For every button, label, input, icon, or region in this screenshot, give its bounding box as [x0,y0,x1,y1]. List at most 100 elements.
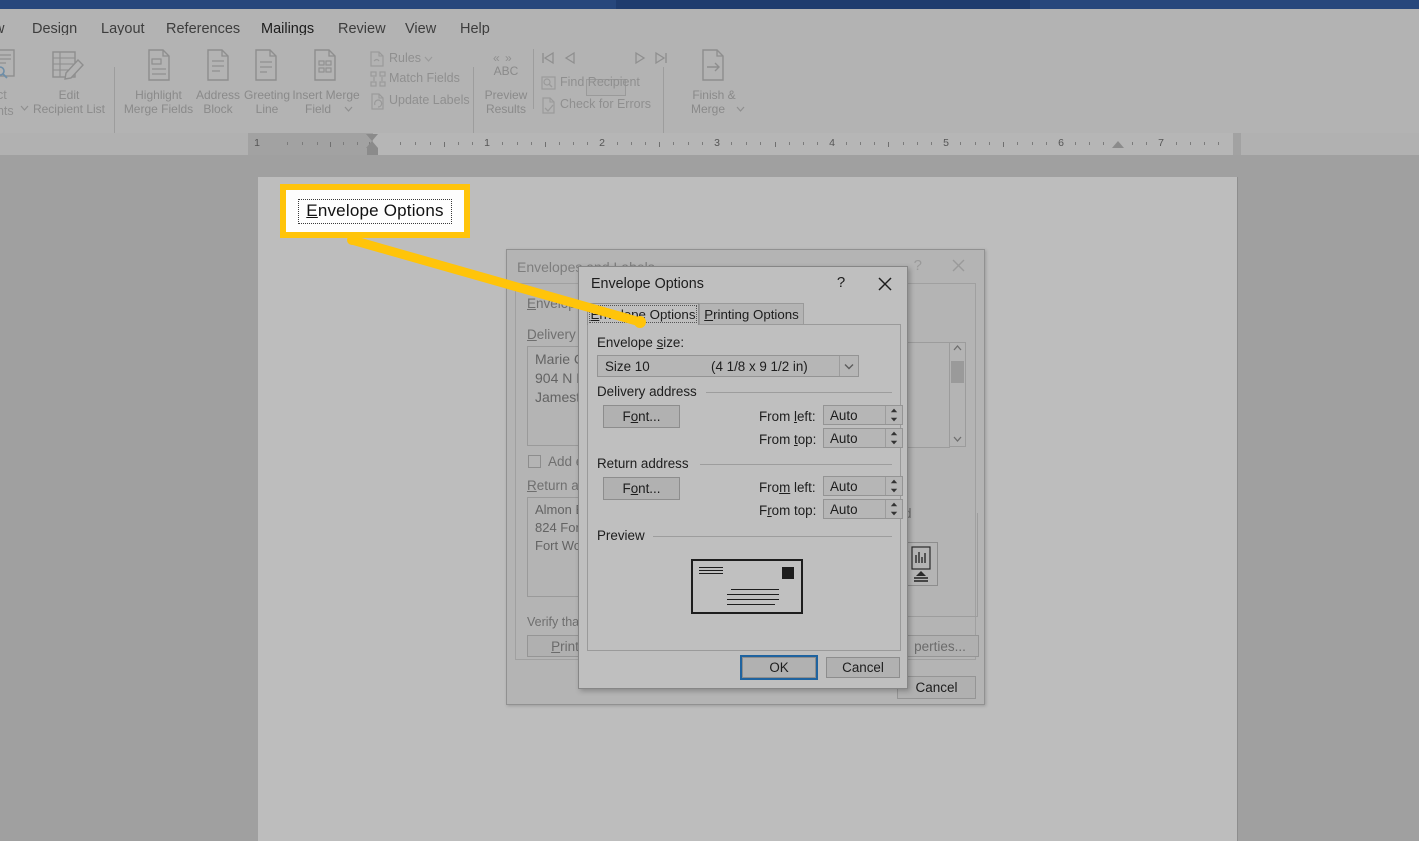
highlight-merge-fields-icon[interactable] [145,49,173,83]
match-fields-icon[interactable] [370,71,386,88]
tab-printing-options[interactable]: Printing Options [699,303,804,325]
spinner-up-icon[interactable] [886,429,902,438]
spinner-up-icon[interactable] [886,406,902,415]
greeting-line-label-1[interactable]: Greeting [243,88,291,102]
spinner-arrows[interactable] [885,500,902,518]
d-fl-pre: From [759,409,794,424]
scrollbar-thumb[interactable] [951,361,964,383]
highlight-merge-fields-label-2[interactable]: Merge Fields [122,102,195,116]
rules-label[interactable]: Rules [389,51,421,65]
spinner-down-icon[interactable] [886,438,902,447]
check-for-errors-label[interactable]: Check for Errors [560,97,651,111]
left-indent-marker[interactable] [367,148,378,155]
delivery-from-left-value: Auto [830,408,858,423]
edit-recipient-list-icon[interactable] [52,49,88,83]
edit-recipient-list-label-1[interactable]: Edit [25,88,113,102]
envelope-size-combobox[interactable]: Size 10 (4 1/8 x 9 1/2 in) [597,355,859,377]
preview-group-label: Preview [597,528,645,543]
next-record-icon[interactable] [633,50,647,66]
select-recipients-icon[interactable] [0,49,22,83]
chevron-down-icon[interactable] [736,105,745,113]
properties-button[interactable]: perties... [901,635,979,657]
envelopes-labels-close-button[interactable] [948,255,970,275]
spinner-up-icon[interactable] [886,500,902,509]
address-block-icon[interactable] [204,49,232,83]
select-recipients-label-2[interactable]: ents [0,104,14,118]
return-from-left-spinner[interactable]: Auto [823,476,903,496]
return-from-top-spinner[interactable]: Auto [823,499,903,519]
preview-results-icon[interactable]: « » [492,51,524,65]
envelope-options-help-button[interactable]: ? [832,274,850,291]
properties-button-label: perties... [914,638,966,654]
hanging-indent-marker[interactable] [366,141,378,148]
update-labels-icon[interactable] [370,93,386,110]
group-divider [706,392,892,393]
ok-button[interactable]: OK [740,655,818,680]
spinner-up-icon[interactable] [886,477,902,486]
update-labels-label[interactable]: Update Labels [389,93,470,107]
app-window: w Design Layout References Mailings Revi… [0,0,1419,841]
first-line-indent-marker[interactable] [366,134,378,141]
insert-merge-field-icon[interactable] [311,49,339,83]
check-for-errors-icon[interactable] [541,97,556,114]
delivery-from-top-spinner[interactable]: Auto [823,428,903,448]
finish-and-merge-label-1[interactable]: Finish & [681,88,747,102]
greeting-line-label-2[interactable]: Line [243,102,291,116]
address-block-label-2[interactable]: Block [193,102,243,116]
chevron-down-icon[interactable] [424,55,433,63]
envelope-options-dialog[interactable]: Envelope Options ? Envelope Options Prin… [578,266,908,689]
envelope-size-dimensions: (4 1/8 x 9 1/2 in) [711,359,808,374]
chevron-down-icon[interactable] [953,436,962,443]
ruler-margin-left [248,133,373,155]
finish-and-merge-label-2[interactable]: Merge [675,102,741,116]
chevron-down-icon[interactable] [344,105,353,113]
envelopes-labels-cancel-button[interactable]: Cancel [897,676,976,699]
highlight-merge-fields-label-1[interactable]: Highlight [122,88,195,102]
edit-recipient-list-label-2[interactable]: Recipient List [25,102,113,116]
find-recipient-icon[interactable] [541,75,556,91]
ruler-number: 1 [254,137,260,149]
add-electronic-postage-checkbox[interactable] [528,455,541,468]
spinner-arrows[interactable] [885,406,902,424]
match-fields-label[interactable]: Match Fields [389,71,460,85]
envelope-options-cancel-button[interactable]: Cancel [826,657,900,678]
return-font-button[interactable]: Font... [603,477,680,500]
verify-text: Verify that [527,615,583,629]
insert-merge-field-label-2[interactable]: Field [290,102,346,116]
greeting-line-icon[interactable] [252,49,280,83]
preview-results-label-1[interactable]: Preview [481,88,531,102]
horizontal-ruler[interactable]: 1 1 2 3 4 5 6 7 [0,133,1419,155]
spinner-arrows[interactable] [885,429,902,447]
preview-scrollbar[interactable] [949,342,966,447]
last-record-icon[interactable] [654,50,668,66]
spinner-arrows[interactable] [885,477,902,495]
address-block-label-1[interactable]: Address [193,88,243,102]
delivery-address-group-label: Delivery address [597,384,697,399]
first-record-icon[interactable] [541,50,555,66]
find-recipient-label[interactable]: Find Recipient [560,75,640,89]
annotation-callout-rest: nvelope Options [317,200,444,220]
chevron-down-icon[interactable] [839,356,858,376]
insert-merge-field-label-1[interactable]: Insert Merge [290,88,362,102]
chevron-up-icon[interactable] [953,345,962,352]
spinner-down-icon[interactable] [886,415,902,424]
envelopes-labels-help-button[interactable]: ? [914,257,922,274]
ruler-number: 4 [829,137,835,149]
spinner-down-icon[interactable] [886,509,902,518]
rules-icon[interactable] [370,51,385,67]
envelope-options-close-button[interactable] [875,274,897,294]
right-indent-marker[interactable] [1112,141,1124,148]
previous-record-icon[interactable] [563,50,577,66]
group-divider [653,536,892,537]
feed-direction-icon[interactable] [904,542,938,586]
envelope-size-label-pre: Envelope [597,335,657,350]
preview-results-abc-label[interactable]: ABC [485,65,527,78]
finish-and-merge-icon[interactable] [698,49,730,83]
tab-envelope-options[interactable]: Envelope Options [587,303,699,325]
delivery-from-left-spinner[interactable]: Auto [823,405,903,425]
preview-results-label-2[interactable]: Results [481,102,531,116]
group-separator-inner [533,49,534,109]
select-recipients-label-1[interactable]: ect [0,88,7,102]
delivery-font-button[interactable]: Font... [603,405,680,428]
spinner-down-icon[interactable] [886,486,902,495]
